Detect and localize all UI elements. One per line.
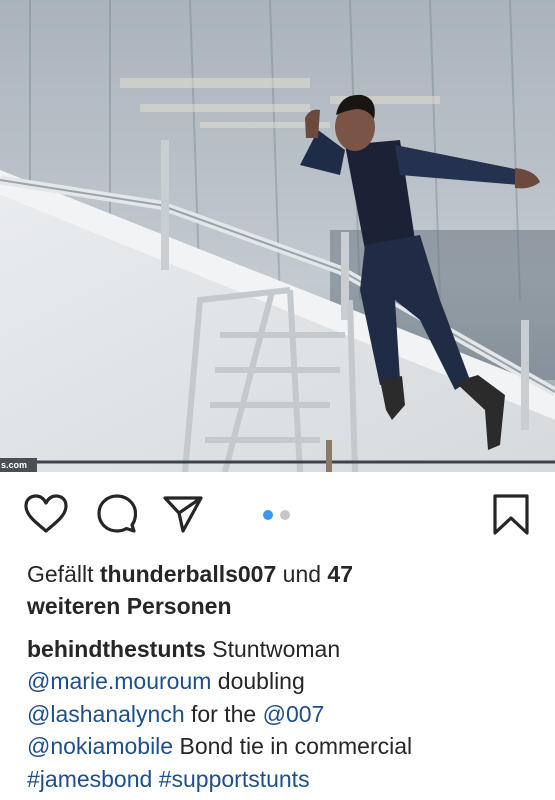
likes-summary: Gefällt thunderballs007 und 47 weiteren …: [27, 558, 547, 622]
heart-icon: [24, 494, 68, 533]
share-button[interactable]: [162, 494, 204, 534]
caption-text: for the: [191, 700, 257, 727]
caption-text: doubling: [217, 668, 305, 695]
mention-link[interactable]: @nokiamobile: [27, 733, 173, 759]
caption-text: Stuntwoman: [212, 636, 341, 662]
hashtag-link[interactable]: #jamesbond: [27, 766, 152, 792]
liked-by-user-link[interactable]: thunderballs007: [100, 561, 276, 587]
carousel-dot: [280, 510, 290, 520]
caption-username[interactable]: behindthestunts: [27, 636, 206, 662]
mention-link[interactable]: @lashanalynch: [27, 701, 185, 727]
comment-icon: [97, 494, 137, 533]
like-button[interactable]: [24, 494, 68, 534]
hashtag-link[interactable]: #supportstunts: [159, 766, 310, 792]
mention-link[interactable]: @marie.mouroum: [27, 668, 211, 694]
stunt-photo-illustration: [0, 0, 555, 472]
mention-link[interactable]: @007: [263, 701, 325, 727]
carousel-dot-active: [263, 510, 273, 520]
comment-button[interactable]: [97, 494, 137, 534]
likes-count[interactable]: 47: [327, 561, 353, 587]
likes-suffix[interactable]: weiteren Personen: [27, 593, 232, 619]
caption-text: Bond tie in commercial: [179, 733, 413, 760]
likes-conjunction: und: [282, 561, 322, 587]
save-button[interactable]: [493, 494, 529, 536]
bookmark-icon: [493, 494, 529, 535]
photo-watermark: s.com: [0, 458, 37, 472]
paper-plane-icon: [163, 496, 203, 533]
likes-prefix: Gefällt: [27, 561, 94, 587]
post-caption: behindthestunts Stuntwoman @marie.mourou…: [27, 633, 547, 795]
post-photo[interactable]: s.com: [0, 0, 555, 472]
